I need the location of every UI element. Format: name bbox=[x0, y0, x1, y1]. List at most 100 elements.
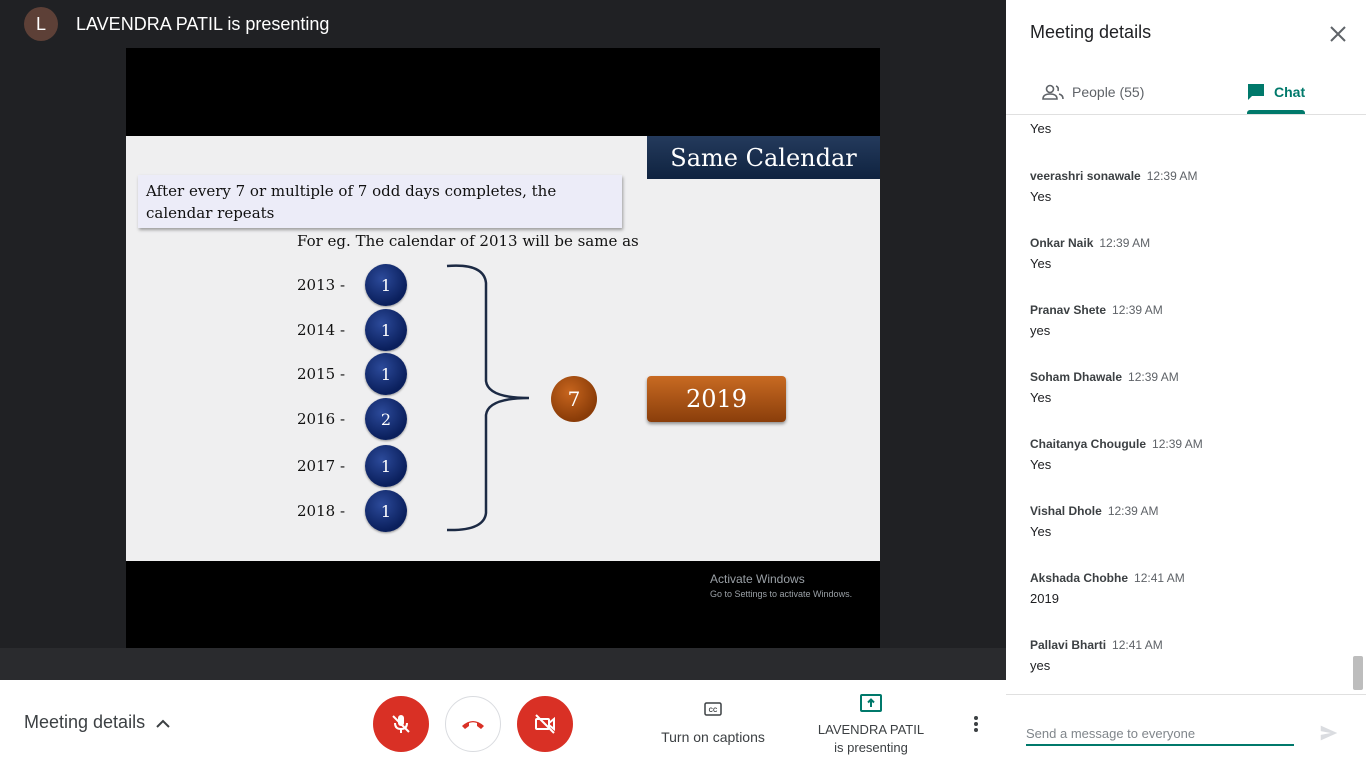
people-icon bbox=[1042, 84, 1064, 100]
closed-captions-icon: CC bbox=[704, 702, 722, 716]
windows-watermark: Activate Windows Go to Settings to activ… bbox=[710, 572, 852, 599]
odd-days-circle: 1 bbox=[365, 445, 407, 487]
chat-scrollbar[interactable] bbox=[1353, 656, 1363, 690]
result-year-box: 2019 bbox=[647, 376, 786, 422]
odd-days-circle: 1 bbox=[365, 353, 407, 395]
curly-brace-icon bbox=[446, 264, 530, 532]
presenting-status: is presenting bbox=[834, 740, 908, 755]
message-time: 12:41 AM bbox=[1112, 638, 1163, 652]
chat-message: Vishal Dhole 12:39 AM Yes bbox=[1030, 504, 1330, 539]
message-time: 12:39 AM bbox=[1112, 303, 1163, 317]
year-row: 2013 - 1 bbox=[297, 264, 407, 306]
mic-off-icon bbox=[392, 715, 410, 733]
watermark-subtitle: Go to Settings to activate Windows. bbox=[710, 589, 853, 599]
message-sender: Pranav Shete bbox=[1030, 303, 1107, 317]
presenter-bar: L LAVENDRA PATIL is presenting bbox=[24, 7, 329, 41]
chat-icon bbox=[1248, 84, 1264, 100]
close-icon[interactable] bbox=[1326, 22, 1350, 46]
message-sender: Akshada Chobhe bbox=[1030, 571, 1129, 585]
tab-people-label: People (55) bbox=[1072, 84, 1145, 100]
odd-days-circle: 1 bbox=[365, 309, 407, 351]
tab-people[interactable]: People (55) bbox=[1042, 70, 1144, 114]
chat-message: Onkar Naik 12:39 AM Yes bbox=[1030, 236, 1330, 271]
svg-text:CC: CC bbox=[709, 708, 718, 714]
year-label: 2016 - bbox=[297, 410, 346, 428]
year-row: 2015 - 1 bbox=[297, 353, 407, 395]
more-options-button[interactable] bbox=[962, 710, 990, 738]
presenting-name: LAVENDRA PATIL bbox=[817, 722, 925, 737]
leave-call-button[interactable] bbox=[445, 696, 501, 752]
year-label: 2018 - bbox=[297, 502, 346, 520]
message-sender: Pallavi Bharti bbox=[1030, 638, 1107, 652]
panel-title: Meeting details bbox=[1030, 22, 1152, 42]
message-sender: Chaitanya Chougule bbox=[1030, 437, 1147, 451]
slide-example-text: For eg. The calendar of 2013 will be sam… bbox=[297, 232, 639, 250]
send-icon[interactable] bbox=[1318, 722, 1340, 744]
chat-message-list[interactable]: Yes veerashri sonawale 12:39 AM Yes Onkar… bbox=[1006, 115, 1366, 694]
year-label: 2015 - bbox=[297, 365, 346, 383]
message-time: 12:41 AM bbox=[1134, 571, 1185, 585]
odd-days-circle: 1 bbox=[365, 264, 407, 306]
watermark-title: Activate Windows bbox=[710, 572, 805, 586]
call-controls-bar: Meeting details CC Turn on captions LAVE… bbox=[0, 680, 1006, 768]
presentation-stage: L LAVENDRA PATIL is presenting Same Cale… bbox=[0, 0, 1006, 680]
presenting-label: LAVENDRA PATIL is presenting bbox=[810, 721, 932, 757]
message-text: 2019 bbox=[1030, 591, 1059, 606]
message-time: 12:39 AM bbox=[1099, 236, 1151, 250]
presenting-indicator[interactable]: LAVENDRA PATIL is presenting bbox=[810, 694, 932, 757]
chat-message: Pranav Shete 12:39 AM yes bbox=[1030, 303, 1330, 338]
year-label: 2017 - bbox=[297, 457, 346, 475]
odd-days-circle: 2 bbox=[365, 398, 407, 440]
year-label: 2013 - bbox=[297, 276, 346, 294]
presenter-title: LAVENDRA PATIL is presenting bbox=[76, 13, 330, 34]
message-time: 12:39 AM bbox=[1146, 169, 1198, 183]
tab-chat[interactable]: Chat bbox=[1246, 70, 1305, 114]
presentation-slide: Same Calendar After every 7 or multiple … bbox=[126, 136, 880, 561]
camera-toggle-button[interactable] bbox=[517, 696, 573, 752]
slide-note: After every 7 or multiple of 7 odd days … bbox=[138, 175, 622, 228]
chat-message: veerashri sonawale 12:39 AM Yes bbox=[1030, 169, 1330, 204]
message-text: Yes bbox=[1030, 189, 1052, 204]
meeting-details-toggle[interactable]: Meeting details bbox=[24, 712, 171, 733]
present-screen-icon bbox=[860, 694, 882, 712]
stage-bottom-strip bbox=[0, 648, 1006, 680]
compose-divider bbox=[1006, 694, 1366, 695]
year-label: 2014 - bbox=[297, 321, 346, 339]
chat-message: Pallavi Bharti 12:41 AM yes bbox=[1030, 638, 1330, 673]
message-sender: veerashri sonawale bbox=[1030, 169, 1141, 183]
year-row: 2014 - 1 bbox=[297, 309, 407, 351]
total-odd-days-circle: 7 bbox=[551, 376, 597, 422]
message-text: Yes bbox=[1030, 457, 1052, 472]
year-row: 2018 - 1 bbox=[297, 490, 407, 532]
message-time: 12:39 AM bbox=[1128, 370, 1179, 384]
shared-screen: Same Calendar After every 7 or multiple … bbox=[126, 48, 880, 649]
chat-message: Chaitanya Chougule 12:39 AM Yes bbox=[1030, 437, 1330, 472]
message-text: yes bbox=[1030, 323, 1051, 338]
message-sender: Soham Dhawale bbox=[1030, 370, 1123, 384]
captions-button[interactable]: CC Turn on captions bbox=[656, 702, 770, 745]
message-text: Yes bbox=[1030, 256, 1052, 271]
message-sender: Vishal Dhole bbox=[1030, 504, 1102, 518]
slide-title: Same Calendar bbox=[647, 136, 880, 179]
year-row: 2016 - 2 bbox=[297, 398, 407, 440]
message-sender: Onkar Naik bbox=[1030, 236, 1094, 250]
message-time: 12:39 AM bbox=[1152, 437, 1203, 451]
chat-message: Akshada Chobhe 12:41 AM 2019 bbox=[1030, 571, 1330, 606]
meeting-details-panel: Meeting details People (55) Chat Yes vee… bbox=[1006, 0, 1366, 768]
message-text: Yes bbox=[1030, 390, 1052, 405]
mic-toggle-button[interactable] bbox=[373, 696, 429, 752]
chat-message: Soham Dhawale 12:39 AM Yes bbox=[1030, 370, 1330, 405]
hang-up-icon bbox=[462, 721, 484, 729]
chevron-up-icon bbox=[156, 719, 170, 728]
message-text: Yes bbox=[1030, 524, 1052, 539]
chat-message-input[interactable] bbox=[1026, 722, 1294, 746]
tab-chat-label: Chat bbox=[1274, 84, 1306, 100]
more-vert-icon bbox=[974, 716, 978, 732]
chat-message: Yes bbox=[1030, 115, 1330, 136]
camera-off-icon bbox=[535, 714, 555, 734]
message-text: yes bbox=[1030, 658, 1051, 673]
odd-days-circle: 1 bbox=[365, 490, 407, 532]
captions-label: Turn on captions bbox=[661, 729, 765, 745]
presenter-avatar: L bbox=[24, 7, 58, 41]
meeting-details-label: Meeting details bbox=[24, 712, 146, 732]
